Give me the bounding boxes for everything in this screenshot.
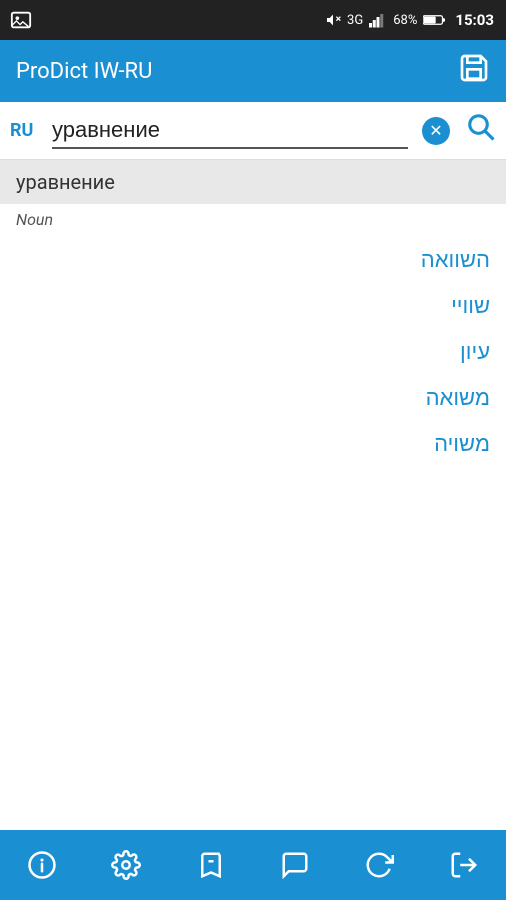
app-bar: ProDict IW-RU [0, 40, 506, 102]
result-word: уравнение [16, 170, 115, 194]
translation-item[interactable]: משויה [0, 421, 506, 467]
search-input[interactable] [52, 113, 408, 147]
translation-item[interactable]: השוואה [0, 237, 506, 283]
part-of-speech: Noun [0, 204, 506, 233]
result-header: уравнение [0, 160, 506, 204]
battery-label: 68% [393, 13, 417, 28]
save-icon [458, 52, 490, 84]
bottom-nav [0, 830, 506, 900]
search-input-wrapper [52, 113, 408, 149]
settings-icon [111, 850, 141, 880]
results-area: уравнение Noun השוואהשווייעיוןמשואהמשויה [0, 160, 506, 471]
nav-bookmarks[interactable] [196, 850, 226, 880]
mute-icon [325, 12, 341, 28]
status-bar-right: 3G 68% 15:03 [325, 11, 494, 29]
nav-settings[interactable] [111, 850, 141, 880]
search-button[interactable] [466, 112, 496, 149]
chat-icon [280, 850, 310, 880]
search-icon [466, 112, 496, 142]
app-title: ProDict IW-RU [16, 59, 152, 84]
translation-list: השוואהשווייעיוןמשואהמשויה [0, 233, 506, 471]
status-bar-left [10, 0, 32, 40]
nav-chat[interactable] [280, 850, 310, 880]
network-label: 3G [347, 13, 363, 28]
language-label[interactable]: RU [10, 120, 44, 141]
translation-item[interactable]: עיון [0, 329, 506, 375]
status-bar: 3G 68% 15:03 [0, 0, 506, 40]
nav-exit[interactable] [449, 850, 479, 880]
nav-refresh[interactable] [364, 850, 394, 880]
translation-item[interactable]: שוויי [0, 283, 506, 329]
clear-icon: ✕ [429, 121, 442, 141]
bookmarks-icon [196, 850, 226, 880]
clear-button[interactable]: ✕ [422, 117, 450, 145]
refresh-icon [364, 850, 394, 880]
save-button[interactable] [458, 52, 490, 91]
info-icon [27, 850, 57, 880]
translation-item[interactable]: משואה [0, 375, 506, 421]
signal-icon [369, 12, 387, 28]
status-time: 15:03 [455, 11, 494, 29]
image-icon [10, 9, 32, 31]
exit-icon [449, 850, 479, 880]
nav-info[interactable] [27, 850, 57, 880]
battery-icon [423, 13, 445, 27]
search-bar: RU ✕ [0, 102, 506, 160]
